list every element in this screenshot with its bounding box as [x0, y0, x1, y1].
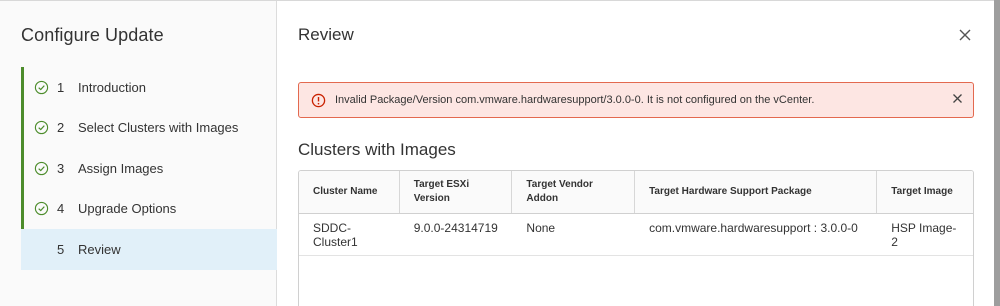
- step-assign-images[interactable]: 3 Assign Images: [21, 148, 277, 189]
- step-review[interactable]: 5 Review: [21, 229, 277, 270]
- column-header[interactable]: Target Vendor Addon: [512, 171, 636, 213]
- column-header[interactable]: Cluster Name: [299, 171, 400, 213]
- step-number: 3: [57, 160, 65, 176]
- check-circle-icon: [34, 121, 49, 135]
- error-alert: Invalid Package/Version com.vmware.hardw…: [298, 82, 974, 118]
- step-select-clusters[interactable]: 2 Select Clusters with Images: [21, 107, 277, 148]
- table-cell: None: [526, 221, 556, 235]
- column-header[interactable]: Target Image: [877, 171, 973, 213]
- column-header[interactable]: Target ESXi Version: [400, 171, 513, 213]
- table-cell: 9.0.0-24314719: [413, 221, 498, 235]
- step-label: Upgrade Options: [78, 201, 177, 217]
- step-introduction[interactable]: 1 Introduction: [21, 67, 277, 108]
- step-number: 1: [57, 79, 65, 95]
- alert-close-icon[interactable]: [952, 93, 963, 104]
- section-title: Clusters with Images: [298, 140, 456, 159]
- wizard-steps: 1 Introduction 2 Select Clusters with Im…: [21, 67, 277, 270]
- step-upgrade-options[interactable]: 4 Upgrade Options: [21, 188, 277, 229]
- table-cell: com.vmware.hardwaresupport : 3.0.0-0: [649, 221, 858, 235]
- wizard-title: Configure Update: [21, 25, 164, 45]
- error-circle-icon: [311, 93, 326, 107]
- main-panel: Review Invalid Package/Version com.vmwar…: [277, 1, 994, 306]
- wizard-sidebar: Configure Update 1 Introduction 2 Select…: [0, 1, 277, 306]
- check-circle-icon: [34, 80, 49, 94]
- column-header[interactable]: Target Hardware Support Package: [635, 171, 878, 213]
- step-label: Introduction: [78, 79, 146, 95]
- step-number: 4: [57, 201, 65, 217]
- step-label: Select Clusters with Images: [78, 120, 239, 136]
- configure-update-dialog: Configure Update 1 Introduction 2 Select…: [0, 0, 994, 306]
- table-cell: SDDC-Cluster1: [313, 221, 358, 249]
- step-number: 5: [57, 241, 65, 257]
- table-cell: HSP Image-2: [891, 221, 957, 249]
- page-title: Review: [298, 25, 354, 44]
- step-label: Review: [78, 241, 121, 257]
- step-number: 2: [57, 120, 65, 136]
- table-header: Cluster Name Target ESXi Version Target …: [299, 171, 973, 214]
- table-row[interactable]: SDDC-Cluster1 9.0.0-24314719 None com.vm…: [299, 214, 973, 256]
- step-label: Assign Images: [78, 160, 164, 176]
- check-circle-icon: [34, 161, 49, 175]
- alert-message: Invalid Package/Version com.vmware.hardw…: [335, 94, 815, 106]
- close-icon[interactable]: [958, 28, 972, 42]
- backdrop: [994, 0, 1000, 306]
- clusters-table: Cluster Name Target ESXi Version Target …: [298, 170, 974, 306]
- check-circle-icon: [34, 202, 49, 216]
